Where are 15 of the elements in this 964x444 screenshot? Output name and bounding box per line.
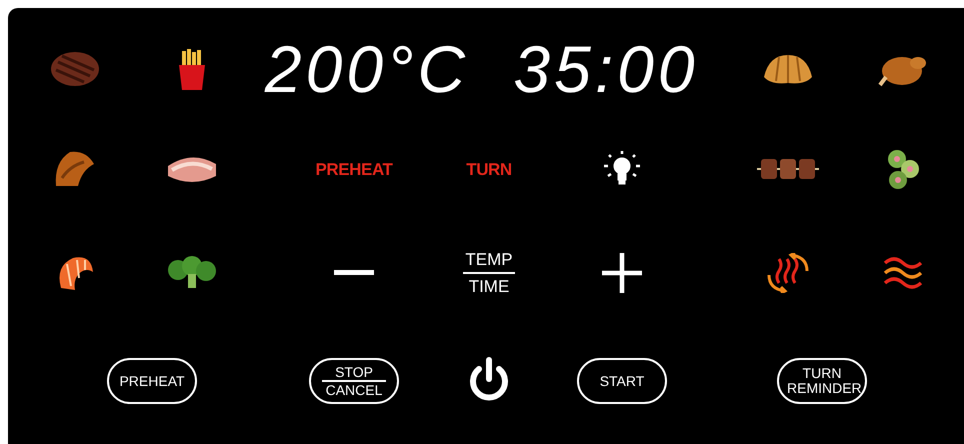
indicator-label: TURN	[466, 158, 512, 181]
broccoli-drawing[interactable]	[166, 256, 218, 290]
plus-icon[interactable]	[602, 253, 642, 294]
vegetable-rolls-drawing[interactable]	[885, 147, 921, 192]
time-readout: 35:00	[513, 36, 699, 102]
panel-button[interactable]: PREHEAT	[107, 358, 197, 404]
minus-icon[interactable]	[334, 270, 374, 276]
panel-button[interactable]: TURN REMINDER	[777, 358, 867, 404]
temperature-readout: 200°C	[264, 36, 470, 102]
panel-button[interactable]: START	[577, 358, 667, 404]
indicator-label: PREHEAT	[316, 158, 392, 181]
heat-waves-icon[interactable]	[883, 255, 923, 292]
heat-waves-arrows-icon[interactable]	[765, 253, 811, 294]
stop-cancel-button[interactable]: STOP CANCEL	[309, 358, 399, 404]
temp-time-selector[interactable]: TEMP TIME	[462, 249, 516, 298]
